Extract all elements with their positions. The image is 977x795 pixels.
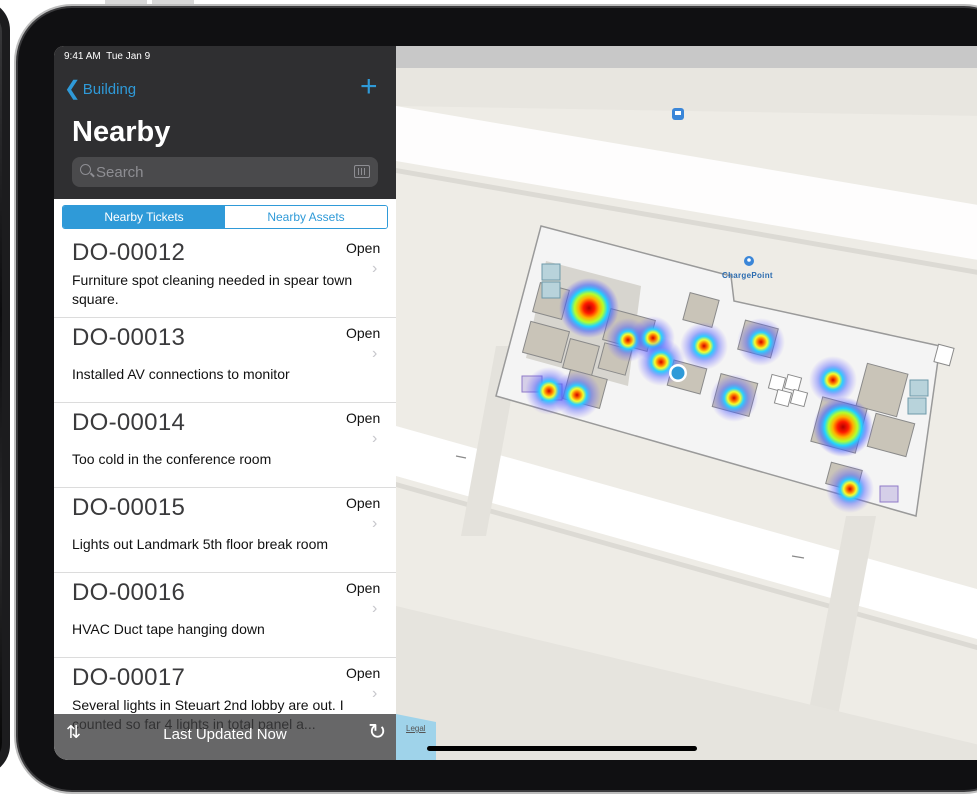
chevron-right-icon: › (372, 345, 378, 362)
last-updated-label: Last Updated Now (163, 726, 287, 743)
ticket-status: Open (346, 580, 381, 596)
back-label: Building (82, 80, 137, 98)
status-bar: 9:41 AM Tue Jan 9 (64, 51, 150, 62)
ticket-id: DO-00014 (72, 409, 186, 436)
add-button[interactable]: + (360, 72, 378, 102)
map-canvas (396, 46, 977, 760)
ticket-row[interactable]: DO-00016 Open HVAC Duct tape hanging dow… (54, 573, 396, 658)
refresh-icon[interactable]: ↻ (368, 719, 386, 745)
ticket-description: Too cold in the conference room (72, 451, 272, 467)
ticket-status: Open (346, 495, 381, 511)
chevron-right-icon: › (372, 600, 378, 617)
ticket-status: Open (346, 410, 381, 426)
search-icon (80, 164, 91, 175)
map-view[interactable]: ChargePoint Legal (396, 46, 977, 760)
ticket-row[interactable]: DO-00015 Open Lights out Landmark 5th fl… (54, 488, 396, 573)
search-input[interactable]: Search (72, 157, 378, 187)
status-time: 9:41 AM (64, 51, 101, 62)
ticket-status: Open (346, 325, 381, 341)
chevron-right-icon: › (372, 430, 378, 447)
ticket-description: Furniture spot cleaning needed in spear … (72, 272, 353, 307)
ticket-row[interactable]: DO-00014 Open Too cold in the conference… (54, 403, 396, 488)
ticket-id: DO-00012 (72, 239, 186, 266)
search-placeholder: Search (96, 164, 144, 181)
page-title: Nearby (72, 116, 171, 148)
map-status-strip (396, 46, 977, 68)
ticket-id: DO-00015 (72, 494, 186, 521)
chevron-right-icon: › (372, 515, 378, 532)
ticket-id: DO-00016 (72, 579, 186, 606)
app-screen: ChargePoint Legal 9:41 AM Tue Jan 9 ❮ Bu… (54, 46, 977, 760)
segmented-control: Nearby Tickets Nearby Assets (62, 205, 388, 229)
device-volume-button (152, 0, 194, 8)
location-dot-icon (669, 364, 687, 382)
device-side-screen-left (0, 10, 2, 765)
ticket-row[interactable]: DO-00012 Open Furniture spot cleaning ne… (54, 233, 396, 318)
nearby-panel: 9:41 AM Tue Jan 9 ❮ Building + Nearby Se… (54, 46, 396, 760)
ticket-status: Open (346, 665, 381, 681)
chargepoint-label[interactable]: ChargePoint (722, 271, 773, 280)
tab-nearby-assets[interactable]: Nearby Assets (225, 206, 387, 228)
ticket-id: DO-00013 (72, 324, 186, 351)
bottom-toolbar: ⇅ Last Updated Now ↻ (54, 714, 396, 760)
ticket-row[interactable]: DO-00013 Open Installed AV connections t… (54, 318, 396, 403)
ticket-status: Open (346, 240, 381, 256)
bus-icon (672, 108, 684, 120)
status-date: Tue Jan 9 (106, 51, 151, 62)
chevron-left-icon: ❮ (64, 78, 81, 100)
ticket-description: HVAC Duct tape hanging down (72, 621, 265, 637)
ticket-description: Lights out Landmark 5th floor break room (72, 536, 329, 552)
barcode-scan-icon[interactable] (354, 165, 370, 178)
chevron-right-icon: › (372, 260, 378, 277)
pin-icon (744, 256, 754, 266)
tab-nearby-tickets[interactable]: Nearby Tickets (63, 206, 225, 228)
ticket-id: DO-00017 (72, 664, 186, 691)
back-button[interactable]: ❮ Building (64, 78, 137, 100)
ticket-description: Installed AV connections to monitor (72, 366, 290, 382)
home-indicator (427, 746, 697, 751)
device-volume-button (105, 0, 147, 8)
chevron-right-icon: › (372, 685, 378, 702)
legal-link[interactable]: Legal (406, 724, 426, 733)
ticket-list: Nearby Tickets Nearby Assets DO-00012 Op… (54, 199, 396, 760)
